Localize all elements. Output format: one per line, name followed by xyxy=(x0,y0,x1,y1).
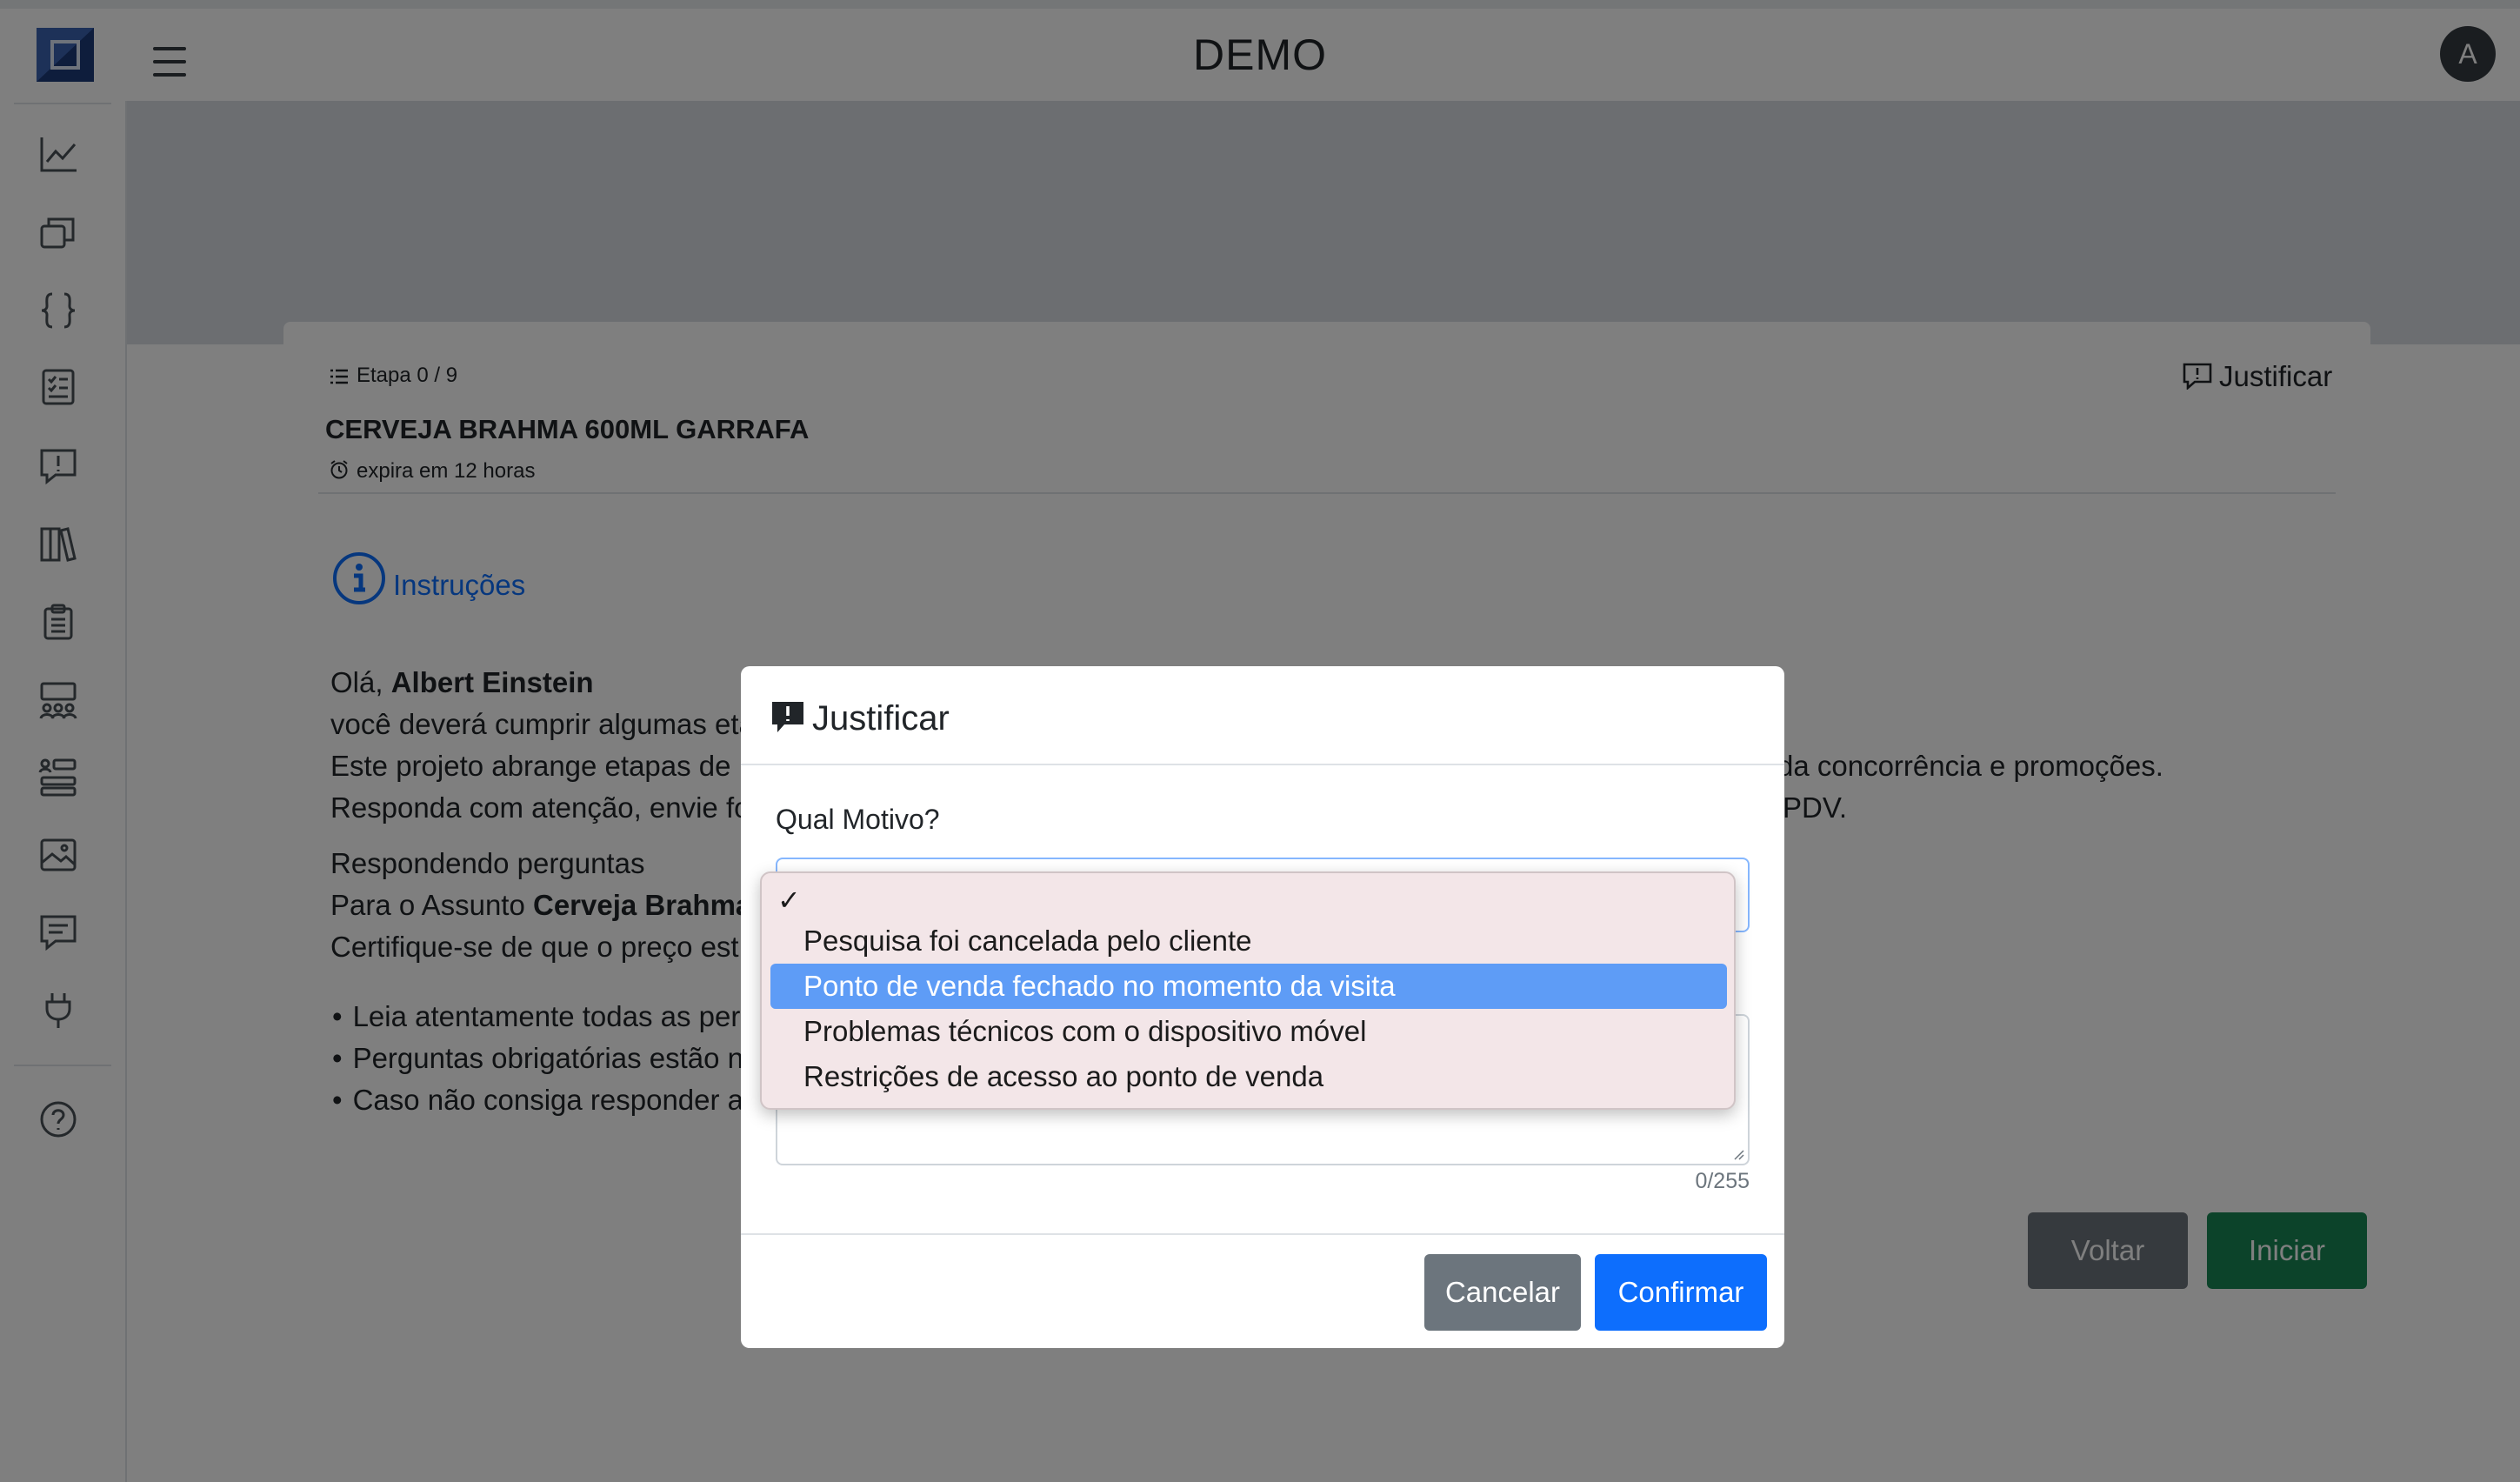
modal-title-text: Justificar xyxy=(812,699,950,738)
dropdown-option[interactable]: Restrições de acesso ao ponto de venda xyxy=(770,1054,1727,1099)
dropdown-option-highlighted[interactable]: Ponto de venda fechado no momento da vis… xyxy=(770,964,1727,1009)
dropdown-option[interactable]: Problemas técnicos com o dispositivo móv… xyxy=(770,1009,1727,1054)
check-icon[interactable]: ✓ xyxy=(777,884,801,917)
modal-footer-divider xyxy=(741,1233,1784,1235)
modal-header-divider xyxy=(741,764,1784,765)
alert-message-icon xyxy=(772,702,803,732)
cancel-button[interactable]: Cancelar xyxy=(1424,1254,1581,1331)
confirm-button[interactable]: Confirmar xyxy=(1595,1254,1767,1331)
dropdown-option[interactable]: Pesquisa foi cancelada pelo cliente xyxy=(770,918,1727,964)
reason-label: Qual Motivo? xyxy=(776,804,940,835)
modal-title: Justificar xyxy=(770,699,950,738)
resize-handle-icon[interactable] xyxy=(1730,1146,1744,1160)
char-counter: 0/255 xyxy=(1695,1169,1750,1193)
